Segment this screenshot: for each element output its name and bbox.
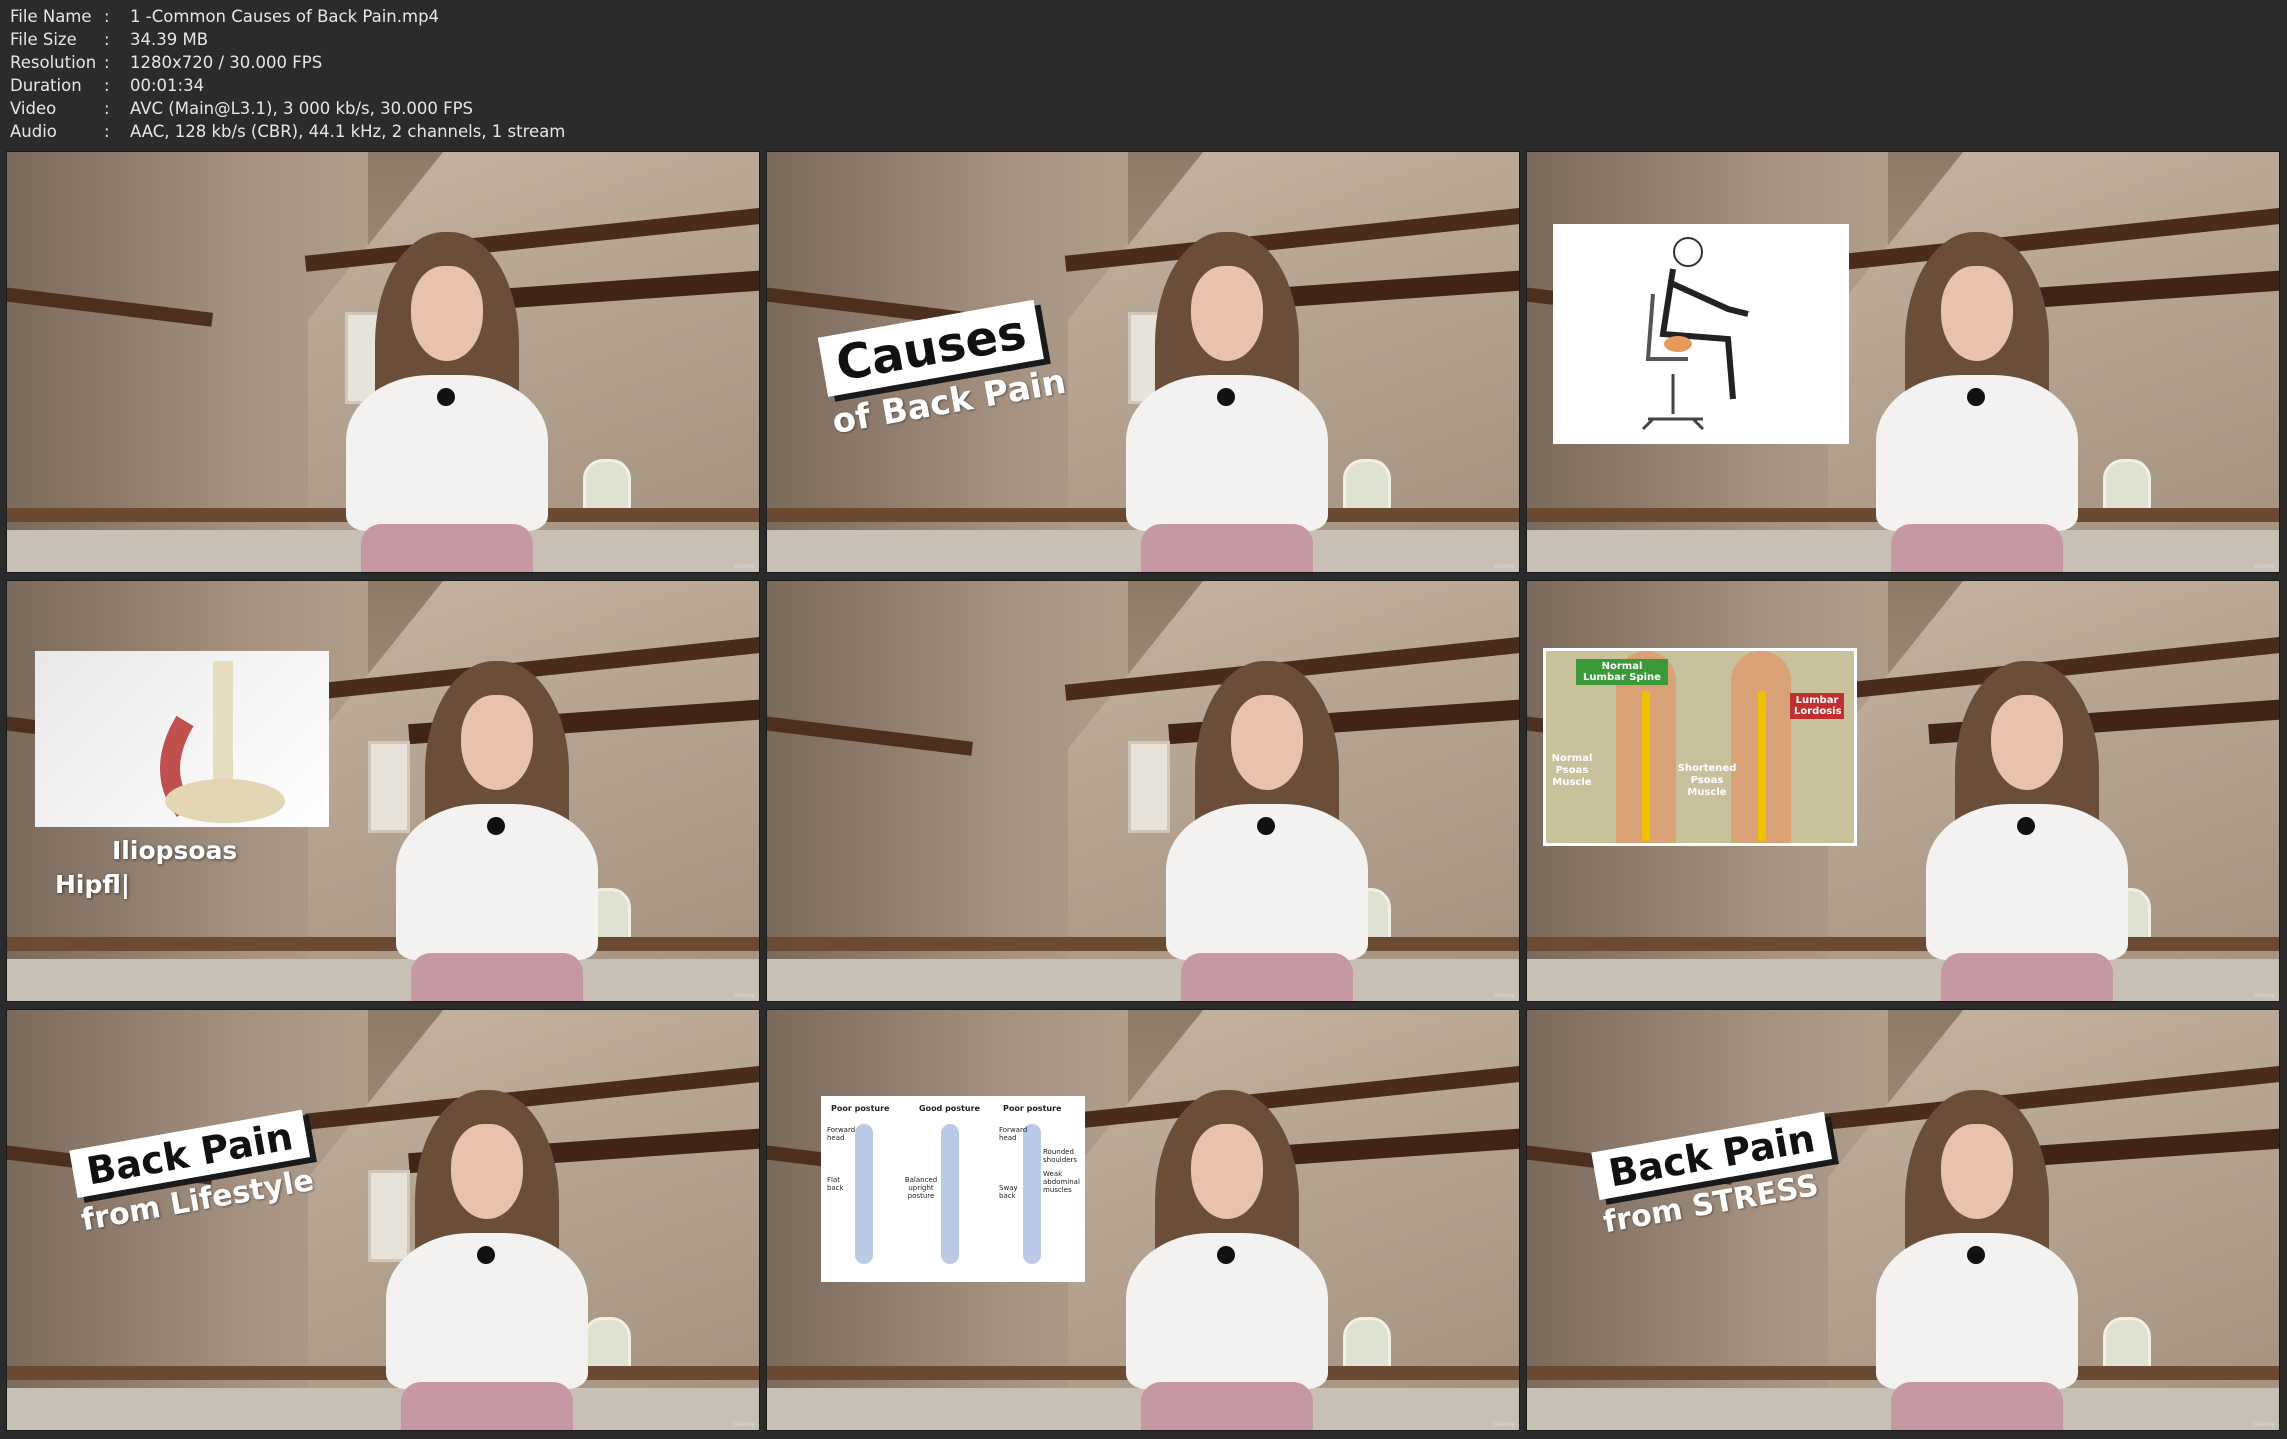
presenter xyxy=(367,1090,607,1430)
udemy-watermark: Udemy xyxy=(2253,992,2275,999)
iliopsoas-anatomy-image xyxy=(35,651,329,827)
presenter xyxy=(377,661,617,1001)
posture-comparison-image: Poor posture Good posture Poor posture F… xyxy=(821,1096,1085,1282)
udemy-watermark: Udemy xyxy=(733,992,755,999)
label-iliopsoas: Iliopsoas xyxy=(112,836,238,865)
presenter xyxy=(1107,232,1347,572)
presenter xyxy=(1857,1090,2097,1430)
udemy-watermark: Udemy xyxy=(1493,992,1515,999)
info-row-resolution: Resolution:1280x720 / 30.000 FPS xyxy=(10,53,323,72)
video-frame-3[interactable]: Udemy xyxy=(1526,151,2280,573)
video-frame-4[interactable]: Iliopsoas Hipfl| Udemy xyxy=(6,580,760,1002)
udemy-watermark: Udemy xyxy=(733,563,755,570)
udemy-watermark: Udemy xyxy=(1493,1421,1515,1428)
udemy-watermark: Udemy xyxy=(2253,563,2275,570)
video-frame-1[interactable]: Udemy xyxy=(6,151,760,573)
video-frame-6[interactable]: Normal Lumbar Spine Lumbar Lordosis Norm… xyxy=(1526,580,2280,1002)
presenter xyxy=(1907,661,2147,1001)
udemy-watermark: Udemy xyxy=(733,1421,755,1428)
info-row-filesize: File Size:34.39 MB xyxy=(10,30,209,49)
video-frame-7[interactable]: Back Pain from Lifestyle Udemy xyxy=(6,1009,760,1431)
udemy-watermark: Udemy xyxy=(1493,563,1515,570)
video-frame-2[interactable]: Causes of Back Pain Udemy xyxy=(766,151,1520,573)
video-frame-9[interactable]: Back Pain from STRESS Udemy xyxy=(1526,1009,2280,1431)
lumbar-lordosis-diagram: Normal Lumbar Spine Lumbar Lordosis Norm… xyxy=(1543,648,1857,846)
video-frame-8[interactable]: Poor posture Good posture Poor posture F… xyxy=(766,1009,1520,1431)
info-row-video: Video: AVC (Main@L3.1), 3 000 kb/s, 30.00… xyxy=(10,99,474,118)
info-row-duration: Duration:00:01:34 xyxy=(10,76,205,95)
udemy-watermark: Udemy xyxy=(2253,1421,2275,1428)
label-hipflexor: Hipfl| xyxy=(55,870,131,899)
sitting-illustration xyxy=(1553,224,1849,444)
presenter xyxy=(1857,232,2097,572)
video-frame-5[interactable]: Udemy xyxy=(766,580,1520,1002)
info-row-filename: File Name:1 -Common Causes of Back Pain.… xyxy=(10,7,440,26)
presenter xyxy=(1147,661,1387,1001)
presenter xyxy=(327,232,567,572)
file-info-panel: File Name:1 -Common Causes of Back Pain.… xyxy=(10,5,565,143)
presenter xyxy=(1107,1090,1347,1430)
info-row-audio: Audio: AAC, 128 kb/s (CBR), 44.1 kHz, 2 c… xyxy=(10,122,566,141)
